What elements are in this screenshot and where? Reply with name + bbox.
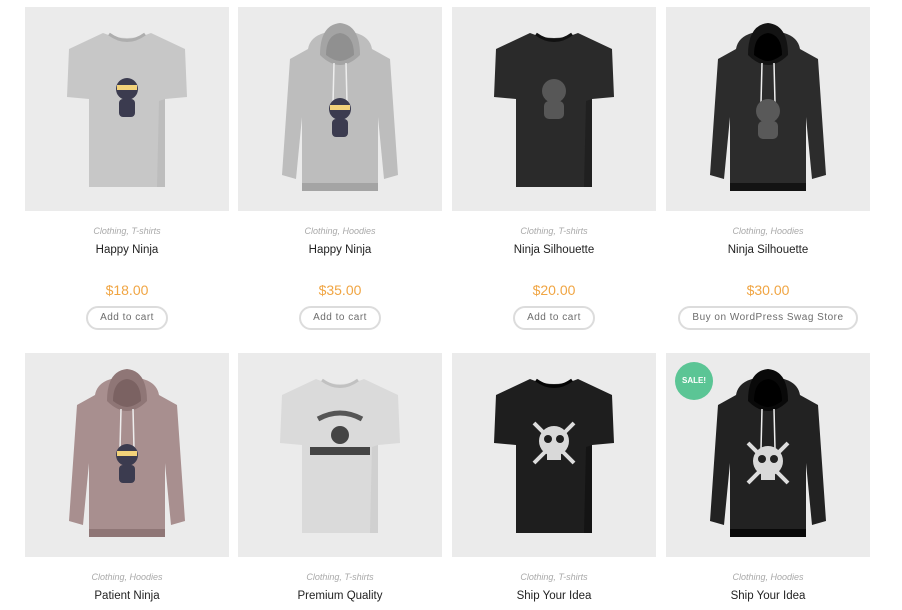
silhouette-body [758, 121, 778, 139]
product-image[interactable] [25, 7, 229, 211]
product-title[interactable]: Happy Ninja [25, 243, 229, 257]
woothemes-ninja [331, 426, 349, 444]
product-card: Clothing, Hoodies Happy Ninja $35.00 Add… [238, 7, 442, 330]
silhouette-body [544, 101, 564, 119]
add-to-cart-button[interactable]: Add to cart [299, 306, 381, 330]
tshirt-illustration [67, 32, 187, 187]
hoodie-waistband [89, 529, 165, 537]
ninja-body [119, 99, 135, 117]
drawstring-right [773, 62, 776, 104]
product-card: Clothing, T-shirts Happy Ninja $18.00 Ad… [25, 7, 229, 330]
drawstring-right [132, 408, 135, 450]
product-grid: Clothing, T-shirts Happy Ninja $18.00 Ad… [0, 0, 902, 610]
product-title[interactable]: Ninja Silhouette [452, 243, 656, 257]
product-card: Clothing, T-shirts Ninja Silhouette $20.… [452, 7, 656, 330]
product-card: Clothing, T-shirts Ship Your Idea [452, 353, 656, 603]
skull-head [539, 426, 569, 456]
add-to-cart-button[interactable]: Add to cart [86, 306, 168, 330]
hoodie-illustration [282, 23, 398, 191]
drawstring-left [760, 408, 763, 450]
product-image[interactable] [238, 353, 442, 557]
product-image[interactable] [666, 7, 870, 211]
product-title[interactable]: Ninja Silhouette [666, 243, 870, 257]
product-image[interactable] [25, 353, 229, 557]
tshirt-illustration [494, 378, 614, 533]
product-image[interactable] [238, 7, 442, 211]
product-title[interactable]: Premium Quality [238, 589, 442, 603]
drawstring-left [760, 62, 763, 104]
tshirt-illustration [494, 32, 614, 187]
skull-jaw [547, 453, 561, 460]
hoodie-illustration [710, 369, 826, 537]
tshirt-illustration [280, 378, 400, 533]
product-categories[interactable]: Clothing, Hoodies [238, 225, 442, 237]
product-card: Clothing, Hoodies Ninja Silhouette $30.0… [666, 7, 870, 330]
ninja-eyes [117, 85, 137, 90]
hoodie-waistband [730, 183, 806, 191]
ninja-eyes [330, 105, 350, 110]
product-categories[interactable]: Clothing, Hoodies [25, 571, 229, 583]
product-categories[interactable]: Clothing, T-shirts [25, 225, 229, 237]
woothemes-banner [310, 447, 370, 455]
silhouette-head [542, 79, 566, 103]
product-price: $18.00 [105, 282, 149, 298]
skull-jaw [761, 473, 775, 480]
hoodie-illustration [710, 23, 826, 191]
ninja-body [119, 465, 135, 483]
silhouette-head [756, 99, 780, 123]
product-price: $20.00 [532, 282, 576, 298]
product-price: $35.00 [318, 282, 362, 298]
hoodie-waistband [730, 529, 806, 537]
skull-eye [544, 435, 552, 443]
product-card: SALE! Clothing, Hoodies Ship Your Idea [666, 353, 870, 603]
product-categories[interactable]: Clothing, T-shirts [452, 225, 656, 237]
product-card: Clothing, Hoodies Patient Ninja [25, 353, 229, 603]
skull-eye [758, 455, 766, 463]
add-to-cart-button[interactable]: Add to cart [513, 306, 595, 330]
product-card: Clothing, T-shirts Premium Quality [238, 353, 442, 603]
ninja-eyes [117, 451, 137, 456]
buy-external-button[interactable]: Buy on WordPress Swag Store [678, 306, 858, 330]
product-title[interactable]: Ship Your Idea [666, 589, 870, 603]
skull-head [753, 446, 783, 476]
product-title[interactable]: Ship Your Idea [452, 589, 656, 603]
hoodie-illustration [69, 369, 185, 537]
drawstring-right [345, 62, 348, 104]
skull-eye [556, 435, 564, 443]
product-title[interactable]: Happy Ninja [238, 243, 442, 257]
drawstring-right [773, 408, 776, 450]
product-image[interactable] [452, 7, 656, 211]
product-title[interactable]: Patient Ninja [25, 589, 229, 603]
product-image[interactable] [452, 353, 656, 557]
product-categories[interactable]: Clothing, T-shirts [452, 571, 656, 583]
product-categories[interactable]: Clothing, Hoodies [666, 571, 870, 583]
product-price: $30.00 [746, 282, 790, 298]
drawstring-left [119, 408, 122, 450]
tshirt-body [280, 379, 400, 533]
skull-eye [770, 455, 778, 463]
product-image[interactable]: SALE! [666, 353, 870, 557]
product-categories[interactable]: Clothing, Hoodies [666, 225, 870, 237]
ninja-body [332, 119, 348, 137]
hoodie-waistband [302, 183, 378, 191]
product-categories[interactable]: Clothing, T-shirts [238, 571, 442, 583]
drawstring-left [332, 62, 335, 104]
